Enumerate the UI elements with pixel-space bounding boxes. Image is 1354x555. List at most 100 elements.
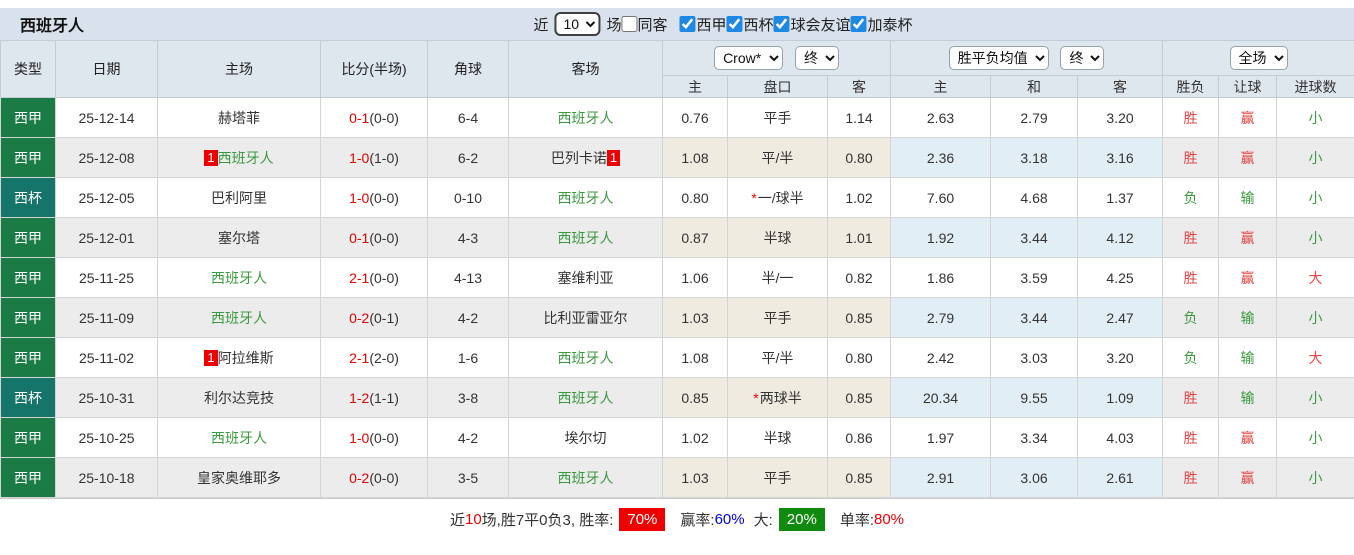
col-header-date: 日期 bbox=[55, 40, 158, 98]
avg-home-odds: 2.63 bbox=[890, 97, 992, 138]
home-team-cell: 利尔达竞技 bbox=[157, 377, 321, 418]
home-team-cell: 巴利阿里 bbox=[157, 177, 321, 218]
handicap-result: 赢 bbox=[1240, 149, 1255, 166]
crown-away-odds: 0.85 bbox=[826, 457, 892, 498]
handicap-cell: 平/半 bbox=[727, 137, 828, 178]
crown-home-odds: 1.03 bbox=[662, 457, 728, 498]
crown-home-odds: 0.87 bbox=[662, 217, 728, 258]
win-odds-label: 赢率: bbox=[680, 512, 715, 529]
handicap-result: 输 bbox=[1240, 349, 1255, 366]
handicap-result-cell: 输 bbox=[1218, 177, 1278, 218]
sub-header-handicap: 盘口 bbox=[727, 75, 828, 98]
league-type-badge: 西杯 bbox=[0, 377, 56, 418]
corner-count: 4-2 bbox=[427, 297, 509, 338]
corner-count: 6-4 bbox=[427, 97, 509, 138]
avg-draw-odds: 3.44 bbox=[990, 297, 1079, 338]
home-team-cell: 赫塔菲 bbox=[157, 97, 321, 138]
crown-away-odds: 0.80 bbox=[826, 337, 892, 378]
handicap-value: 半球 bbox=[763, 429, 792, 446]
fulltime-score: 0-2 bbox=[349, 469, 370, 486]
result-group-header: 全场 bbox=[1162, 40, 1354, 76]
league-type-badge: 西甲 bbox=[0, 297, 56, 338]
away-team-cell: 比利亚雷亚尔 bbox=[508, 297, 663, 338]
summary-near-label: 近 bbox=[449, 512, 465, 529]
avg-home-odds: 2.42 bbox=[890, 337, 992, 378]
away-team-name: 西班牙人 bbox=[557, 109, 614, 126]
crown-away-odds: 0.86 bbox=[826, 417, 892, 458]
handicap-result-cell: 赢 bbox=[1218, 257, 1278, 298]
corner-count: 3-5 bbox=[427, 457, 509, 498]
corner-count: 1-6 bbox=[427, 337, 509, 378]
avg-time-select[interactable]: 终 bbox=[1060, 46, 1105, 70]
catalan-checkbox[interactable] bbox=[850, 16, 867, 32]
score-cell: 2-1(2-0) bbox=[320, 337, 428, 378]
crown-away-odds: 0.80 bbox=[826, 137, 892, 178]
corner-count: 0-10 bbox=[427, 177, 509, 218]
crown-away-odds: 1.14 bbox=[826, 97, 892, 138]
sub-header-avg-draw: 和 bbox=[990, 75, 1079, 98]
scope-select[interactable]: 全场 bbox=[1229, 46, 1288, 70]
handicap-cell: 半球 bbox=[727, 417, 828, 458]
single-rate: 80% bbox=[873, 511, 905, 528]
recent-count-select[interactable]: 10 bbox=[554, 12, 601, 36]
liga-checkbox[interactable] bbox=[679, 16, 696, 32]
fulltime-score: 0-1 bbox=[349, 229, 370, 246]
match-date: 25-11-09 bbox=[55, 297, 158, 338]
home-red-card-badge: 1 bbox=[204, 149, 218, 166]
goals-result: 小 bbox=[1308, 149, 1323, 166]
wdl-result: 胜 bbox=[1183, 429, 1198, 446]
avg-draw-odds: 3.06 bbox=[990, 457, 1079, 498]
avg-away-odds: 2.61 bbox=[1077, 457, 1164, 498]
matches-body: 西甲 25-12-14 赫塔菲 0-1(0-0) 6-4 西班牙人 0.76 平… bbox=[0, 97, 1354, 498]
sub-header-crown-away: 客 bbox=[826, 75, 892, 98]
friendly-checkbox[interactable] bbox=[773, 16, 790, 32]
away-team-name: 西班牙人 bbox=[557, 389, 614, 406]
avg-draw-odds: 3.59 bbox=[990, 257, 1079, 298]
win-odds-rate: 60% bbox=[714, 511, 745, 528]
bookmaker-select[interactable]: Crow* bbox=[714, 46, 784, 70]
score-cell: 1-0(0-0) bbox=[320, 417, 428, 458]
goals-result: 大 bbox=[1308, 269, 1323, 286]
handicap-star: * bbox=[753, 389, 759, 406]
handicap-result: 赢 bbox=[1240, 429, 1255, 446]
goals-result-cell: 小 bbox=[1276, 97, 1354, 138]
handicap-cell: *两球半 bbox=[727, 377, 828, 418]
handicap-value: 半球 bbox=[763, 229, 792, 246]
goals-result-cell: 小 bbox=[1276, 377, 1354, 418]
league-type-badge: 西甲 bbox=[0, 97, 56, 138]
home-team-cell: 塞尔塔 bbox=[157, 217, 321, 258]
score-cell: 1-2(1-1) bbox=[320, 377, 428, 418]
matches-table: 类型 日期 主场 比分(半场) 角球 客场 Crow* 终 胜平负均值 终 全场… bbox=[0, 40, 1354, 498]
avg-select[interactable]: 胜平负均值 bbox=[948, 46, 1049, 70]
same-away-checkbox[interactable] bbox=[621, 16, 638, 32]
avg-home-odds: 2.79 bbox=[890, 297, 992, 338]
handicap-result: 赢 bbox=[1240, 269, 1255, 286]
handicap-cell: 半/一 bbox=[727, 257, 828, 298]
avg-draw-odds: 3.34 bbox=[990, 417, 1079, 458]
home-team-name: 赫塔菲 bbox=[218, 109, 260, 126]
handicap-result-cell: 输 bbox=[1218, 377, 1278, 418]
away-team-name: 西班牙人 bbox=[557, 189, 614, 206]
score-cell: 0-1(0-0) bbox=[320, 217, 428, 258]
avg-away-odds: 1.37 bbox=[1077, 177, 1164, 218]
cup-checkbox[interactable] bbox=[726, 16, 743, 32]
away-team-name: 巴列卡诺 bbox=[550, 149, 607, 166]
crown-away-odds: 1.02 bbox=[826, 177, 892, 218]
crown-home-odds: 0.85 bbox=[662, 377, 728, 418]
corner-count: 6-2 bbox=[427, 137, 509, 178]
halftime-score: (0-0) bbox=[369, 229, 399, 246]
handicap-result: 赢 bbox=[1240, 229, 1255, 246]
handicap-cell: *一/球半 bbox=[727, 177, 828, 218]
avg-home-odds: 1.92 bbox=[890, 217, 992, 258]
handicap-value: 一/球半 bbox=[757, 189, 804, 206]
bookmaker-time-select[interactable]: 终 bbox=[794, 46, 839, 70]
handicap-value: 半/一 bbox=[761, 269, 794, 286]
handicap-cell: 平/半 bbox=[727, 337, 828, 378]
away-team-cell: 西班牙人 bbox=[508, 217, 663, 258]
wdl-result: 负 bbox=[1183, 309, 1198, 326]
goals-result-cell: 小 bbox=[1276, 137, 1354, 178]
away-team-cell: 西班牙人 bbox=[508, 337, 663, 378]
goals-result-cell: 小 bbox=[1276, 217, 1354, 258]
match-row: 西甲 25-12-01 塞尔塔 0-1(0-0) 4-3 西班牙人 0.87 半… bbox=[0, 217, 1354, 258]
handicap-cell: 平手 bbox=[727, 457, 828, 498]
